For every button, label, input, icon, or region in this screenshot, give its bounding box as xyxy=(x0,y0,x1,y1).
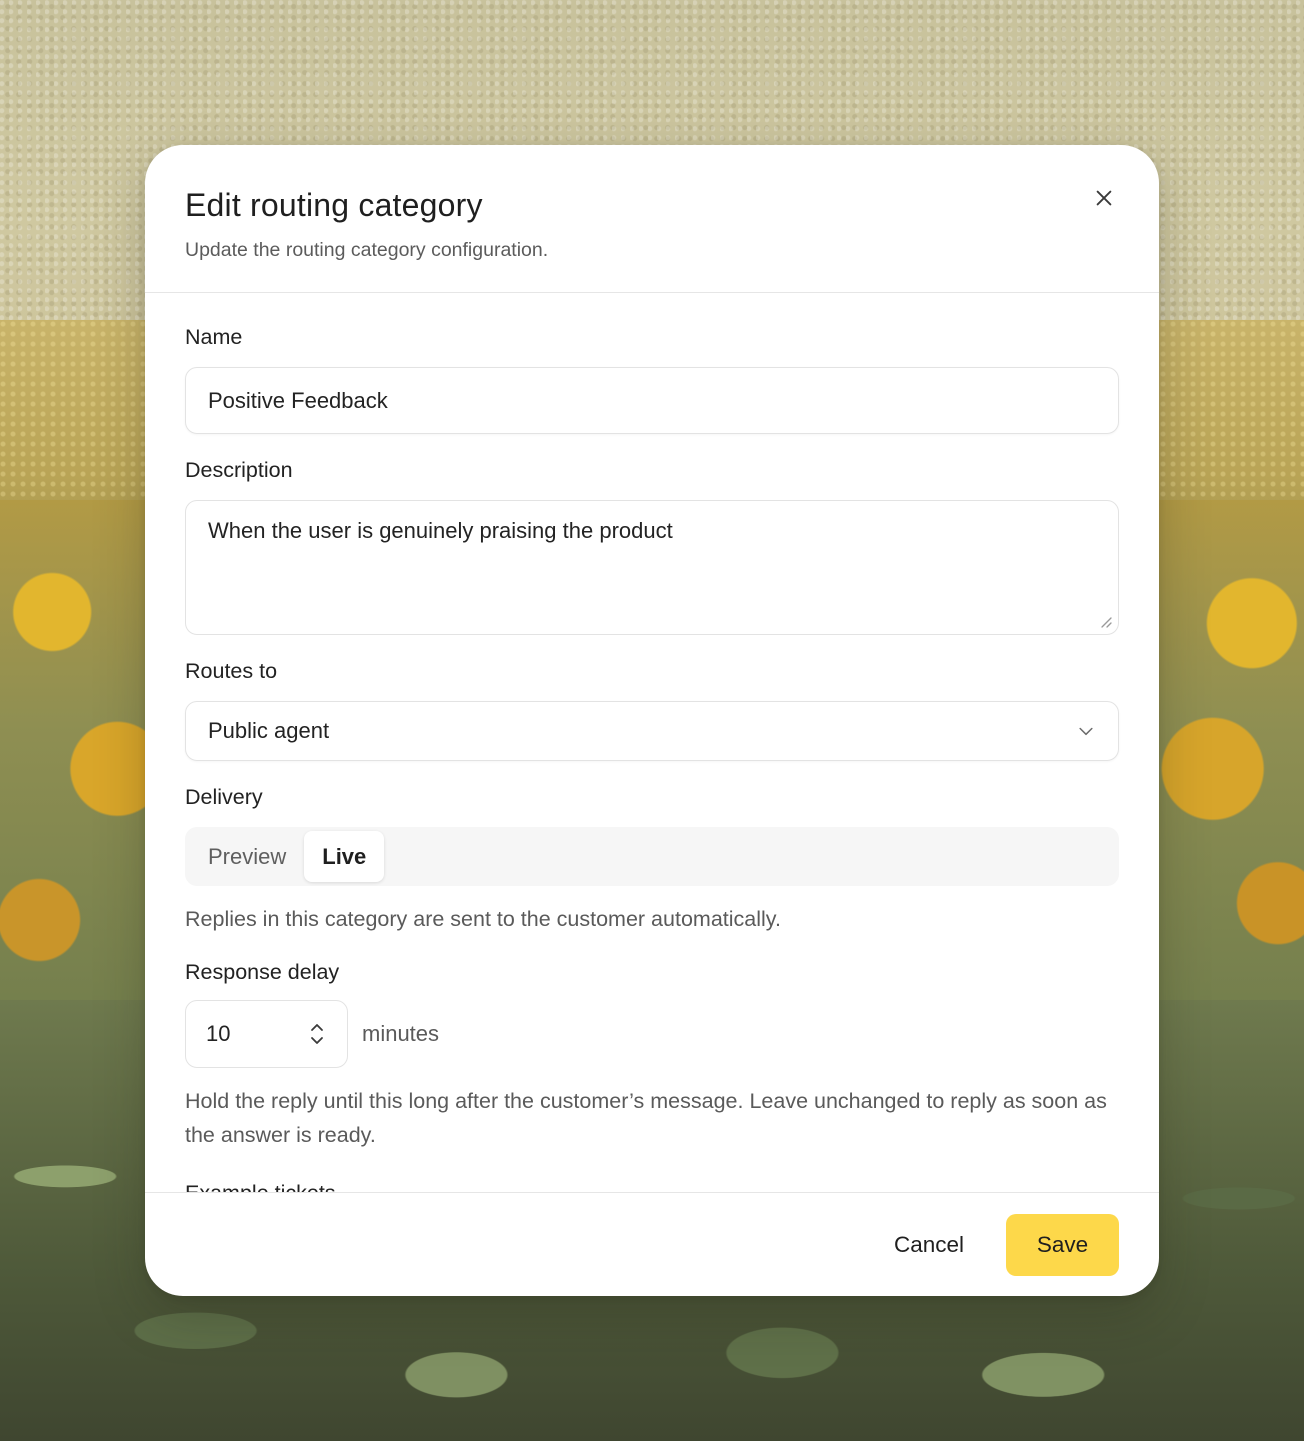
stepper-chevrons-icon xyxy=(311,1024,323,1044)
delivery-label: Delivery xyxy=(185,785,263,809)
cancel-button[interactable]: Cancel xyxy=(874,1214,984,1276)
name-label: Name xyxy=(185,325,243,349)
close-button[interactable] xyxy=(1089,183,1119,213)
routes-to-label: Routes to xyxy=(185,659,278,683)
response-delay-label: Response delay xyxy=(185,960,340,984)
name-input-value: Positive Feedback xyxy=(208,387,388,413)
response-delay-help-text: Hold the reply until this long after the… xyxy=(185,1089,1107,1147)
delivery-option-preview[interactable]: Preview xyxy=(190,831,304,882)
dialog-body[interactable]: Name Positive Feedback Description When … xyxy=(145,293,1159,1192)
description-label: Description xyxy=(185,458,293,482)
edit-routing-category-dialog: Edit routing category Update the routing… xyxy=(145,145,1159,1296)
response-delay-value: 10 xyxy=(206,1021,231,1046)
response-delay-input[interactable]: 10 xyxy=(185,1000,348,1068)
delivery-segmented-control: Preview Live xyxy=(185,827,1119,886)
name-input[interactable]: Positive Feedback xyxy=(185,367,1119,434)
save-button[interactable]: Save xyxy=(1006,1213,1119,1276)
dialog-footer: Cancel Save xyxy=(145,1192,1159,1296)
routes-to-select[interactable]: Public agent xyxy=(185,701,1119,761)
response-delay-unit: minutes xyxy=(362,1021,440,1046)
delivery-option-live[interactable]: Live xyxy=(304,831,385,882)
chevron-down-icon xyxy=(1079,727,1093,736)
stepper-control[interactable] xyxy=(307,1019,327,1049)
routes-to-selected-value: Public agent xyxy=(208,718,330,743)
description-textarea[interactable]: When the user is genuinely praising the … xyxy=(185,500,1119,635)
close-icon xyxy=(1096,190,1112,206)
dialog-subtitle: Update the routing category configuratio… xyxy=(185,239,549,261)
description-textarea-value: When the user is genuinely praising the … xyxy=(208,518,673,543)
delivery-help-text: Replies in this category are sent to the… xyxy=(185,907,781,931)
dialog-header: Edit routing category Update the routing… xyxy=(145,145,1159,293)
resize-handle-icon[interactable] xyxy=(1098,614,1112,628)
example-tickets-label: Example tickets xyxy=(185,1181,336,1192)
response-delay-row: 10 minutes xyxy=(185,1000,1119,1068)
dialog-title: Edit routing category xyxy=(185,187,483,223)
